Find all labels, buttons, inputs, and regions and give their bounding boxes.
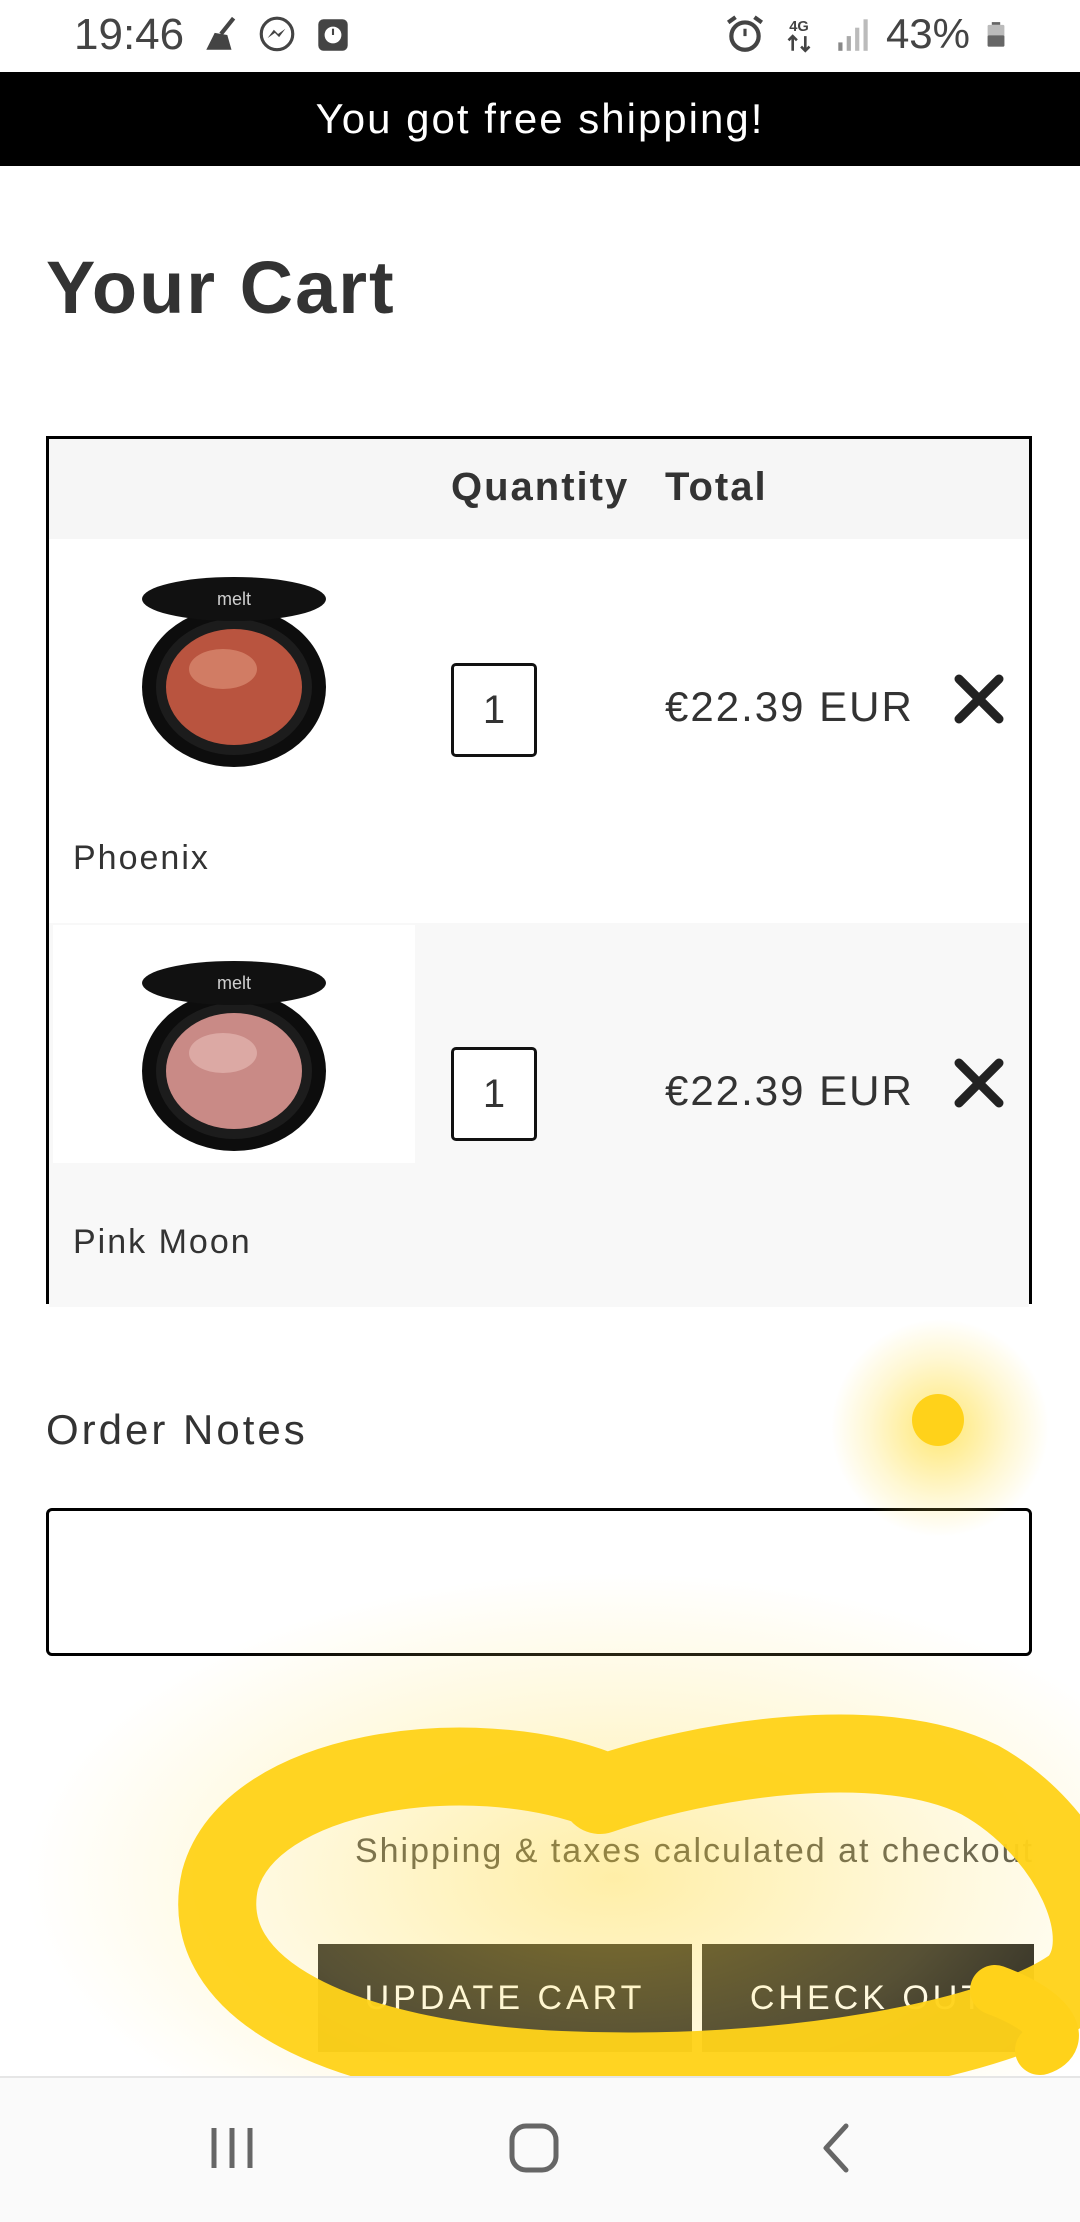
status-time: 19:46 — [74, 10, 185, 59]
quantity-input[interactable]: 1 — [451, 1047, 537, 1141]
product-name[interactable]: Pink Moon — [73, 1223, 252, 1262]
order-notes-label: Order Notes — [46, 1406, 308, 1453]
home-icon[interactable] — [504, 2118, 564, 2178]
cart-table: Quantity Total melt Phoenix 1 €22.39 EUR — [46, 436, 1032, 1307]
quantity-input[interactable]: 1 — [451, 663, 537, 757]
svg-text:4G: 4G — [789, 19, 809, 35]
product-image[interactable]: melt — [53, 925, 415, 1163]
system-nav-bar — [0, 2076, 1080, 2222]
remove-item-icon[interactable] — [949, 1053, 1009, 1113]
clock-app-icon — [318, 19, 348, 51]
broom-icon — [206, 16, 236, 50]
line-total: €22.39 EUR — [665, 683, 914, 730]
status-bar: 19:46 4G 43% — [0, 0, 1080, 72]
cart-item-row: melt Phoenix 1 €22.39 EUR — [49, 539, 1029, 923]
line-total: €22.39 EUR — [665, 1067, 914, 1114]
signal-icon — [838, 19, 868, 51]
header-total: Total — [665, 465, 768, 509]
cart-item-row: melt Pink Moon 1 €22.39 EUR — [49, 923, 1029, 1307]
svg-text:melt: melt — [217, 973, 251, 993]
cart-table-header: Quantity Total — [49, 439, 1029, 539]
product-image[interactable]: melt — [53, 541, 415, 779]
update-cart-button[interactable]: UPDATE CART — [318, 1944, 692, 2052]
annotation-dot — [912, 1394, 964, 1446]
remove-item-icon[interactable] — [949, 669, 1009, 729]
messenger-icon — [259, 16, 295, 52]
checkout-button[interactable]: CHECK OUT — [702, 1944, 1034, 2052]
free-shipping-banner: You got free shipping! — [0, 72, 1080, 166]
svg-text:melt: melt — [217, 589, 251, 609]
order-notes-textarea[interactable] — [46, 1508, 1032, 1656]
product-name[interactable]: Phoenix — [73, 839, 210, 878]
header-quantity: Quantity — [451, 465, 630, 509]
recents-icon[interactable] — [202, 2118, 262, 2178]
battery-icon — [987, 22, 1005, 47]
shipping-note: Shipping & taxes calculated at checkout — [354, 1832, 1034, 1870]
status-right-icons: 4G 43% — [724, 10, 1010, 58]
back-icon[interactable] — [808, 2118, 868, 2178]
battery-percent: 43% — [885, 10, 970, 57]
page-title: Your Cart — [46, 246, 396, 329]
alarm-icon — [726, 15, 763, 52]
4g-icon: 4G — [787, 19, 811, 53]
status-left-icons — [200, 14, 354, 56]
